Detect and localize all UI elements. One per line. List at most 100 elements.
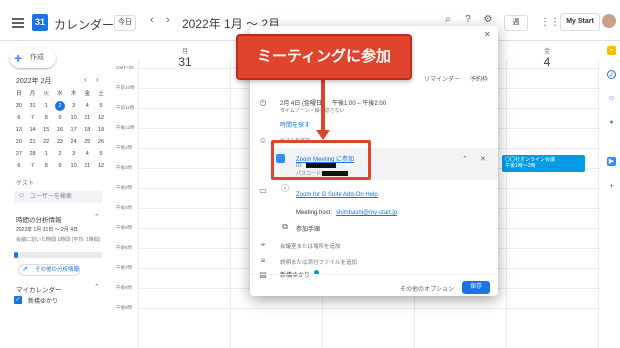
mini-day[interactable]: 10 — [67, 112, 81, 124]
time-label: 午後8時 — [116, 285, 133, 290]
calendar-checkbox[interactable]: ✓ — [14, 296, 22, 304]
event-date[interactable]: 2月 4日 (金曜日) — [280, 98, 324, 107]
mini-day[interactable]: 6 — [12, 112, 26, 124]
mini-day[interactable]: 17 — [67, 124, 81, 136]
chevron-up-icon[interactable]: ⌃ — [462, 155, 468, 163]
mini-day[interactable]: 2 — [54, 101, 65, 111]
mini-next-icon[interactable]: › — [96, 75, 99, 84]
avatar[interactable] — [602, 14, 616, 28]
day-header-number[interactable]: 4 — [532, 55, 562, 69]
view-selector[interactable]: 週 — [504, 15, 528, 31]
mini-day[interactable]: 12 — [94, 160, 108, 172]
mini-day[interactable]: 25 — [80, 136, 94, 148]
mini-calendar-title: 2022年 2月 — [16, 78, 52, 85]
join-instructions-link[interactable]: 参加手順 — [296, 224, 320, 233]
time-label: 午後5時 — [116, 225, 133, 230]
mini-prev-icon[interactable]: ‹ — [84, 75, 87, 84]
mini-day[interactable]: 23 — [53, 136, 67, 148]
prev-week-icon[interactable]: ‹ — [150, 14, 154, 26]
calendar-event[interactable]: 〇〇社オンライン会議 午後1時〜2時 — [502, 155, 585, 172]
help-icon[interactable]: ? — [462, 14, 474, 26]
mini-day[interactable]: 13 — [12, 124, 26, 136]
mini-day[interactable]: 3 — [67, 148, 81, 160]
mini-day[interactable]: 12 — [94, 112, 108, 124]
mini-day[interactable]: 2 — [53, 148, 67, 160]
mini-day[interactable]: 10 — [67, 160, 81, 172]
mini-day[interactable]: 27 — [12, 148, 26, 160]
find-time-link[interactable]: 時間を探す — [280, 120, 310, 129]
mini-day[interactable]: 24 — [67, 136, 81, 148]
mini-weekday: 日 — [16, 91, 22, 97]
time-label: GMT+09 — [116, 65, 134, 70]
mini-day[interactable]: 8 — [39, 160, 53, 172]
mini-day[interactable]: 4 — [80, 148, 94, 160]
day-column-divider — [138, 60, 139, 348]
mini-day[interactable]: 30 — [12, 100, 26, 112]
mini-day[interactable]: 9 — [53, 112, 67, 124]
mini-day[interactable]: 7 — [26, 112, 40, 124]
apps-grid-icon[interactable]: ⋮⋮ — [540, 18, 560, 28]
contacts-icon[interactable]: ☺ — [607, 94, 616, 103]
mini-day[interactable]: 5 — [94, 148, 108, 160]
more-options-button[interactable]: その他のオプション — [400, 284, 454, 293]
meeting-host-email[interactable]: shimbashi@my-start.jp — [336, 210, 397, 216]
mini-day[interactable]: 19 — [94, 124, 108, 136]
next-week-icon[interactable]: › — [166, 14, 170, 26]
people-icon: ☺ — [258, 136, 268, 145]
maps-icon[interactable]: ● — [607, 118, 616, 127]
mini-day[interactable]: 6 — [12, 160, 26, 172]
chevron-up-icon[interactable]: ⌃ — [94, 283, 100, 291]
settings-icon[interactable]: ⚙ — [482, 14, 494, 26]
mini-day[interactable]: 21 — [26, 136, 40, 148]
tab-appointment[interactable]: 予約枠 — [470, 74, 488, 83]
mini-day[interactable]: 16 — [53, 124, 67, 136]
mini-weekday: 木 — [70, 91, 77, 97]
mini-day[interactable]: 4 — [80, 100, 94, 112]
tasks-icon[interactable]: ✓ — [607, 70, 616, 79]
tab-reminder[interactable]: リマインダー — [424, 74, 460, 83]
day-header-number[interactable]: 31 — [170, 55, 200, 69]
mini-day[interactable]: 31 — [26, 100, 40, 112]
mini-week-row: 6 7 8 9 10 11 12 — [12, 112, 108, 124]
chevron-up-icon[interactable]: ⌃ — [94, 213, 100, 221]
add-description-field[interactable]: 説明または添付ファイルを追加 — [280, 258, 357, 266]
mini-day[interactable]: 9 — [53, 160, 67, 172]
mini-day[interactable]: 1 — [39, 148, 53, 160]
main-menu-icon[interactable] — [12, 18, 24, 28]
time-label: 午後3時 — [116, 185, 133, 190]
save-button[interactable]: 保存 — [462, 281, 490, 294]
mini-day[interactable]: 8 — [39, 112, 53, 124]
close-icon[interactable]: ✕ — [484, 30, 491, 39]
day-header-label: 月 — [181, 49, 188, 55]
mini-day[interactable]: 20 — [12, 136, 26, 148]
search-icon[interactable]: ⌕ — [442, 14, 454, 26]
location-icon: ⌖ — [260, 240, 266, 249]
insights-progress-fill — [14, 252, 18, 258]
mini-day[interactable]: 18 — [80, 124, 94, 136]
mini-day[interactable]: 22 — [39, 136, 53, 148]
guest-search-input[interactable]: ユーザーを検索 — [14, 191, 102, 203]
mini-day[interactable]: 5 — [94, 100, 108, 112]
keep-icon[interactable]: ▪ — [607, 46, 616, 55]
add-addon-icon[interactable]: + — [607, 182, 616, 191]
mini-day[interactable]: 11 — [80, 160, 94, 172]
info-icon: ⓘ — [281, 184, 289, 193]
mini-day[interactable]: 3 — [67, 100, 81, 112]
mini-day[interactable]: 1 — [39, 100, 53, 112]
mini-day[interactable]: 15 — [39, 124, 53, 136]
mini-day[interactable]: 26 — [94, 136, 108, 148]
remove-icon[interactable]: ✕ — [480, 155, 486, 163]
open-external-icon: ⧉ — [282, 222, 288, 231]
mini-day[interactable]: 14 — [26, 124, 40, 136]
zoom-help-link[interactable]: Zoom for G Suite Add-On Help — [296, 192, 378, 198]
event-time-range[interactable]: 午後1:00 – 午後2:00 — [332, 98, 386, 107]
mini-day[interactable]: 7 — [26, 160, 40, 172]
mini-day[interactable]: 28 — [26, 148, 40, 160]
clock-icon: ◷ — [259, 98, 267, 107]
today-button[interactable]: 今日 — [114, 15, 136, 31]
trend-icon: ↗ — [22, 266, 28, 273]
add-location-field[interactable]: 会議室または場所を追加 — [280, 242, 341, 250]
timezone-note[interactable]: タイムゾーン・繰り返さない — [280, 107, 345, 114]
zoom-addon-icon[interactable]: ▶ — [607, 157, 616, 166]
mini-day[interactable]: 11 — [80, 112, 94, 124]
